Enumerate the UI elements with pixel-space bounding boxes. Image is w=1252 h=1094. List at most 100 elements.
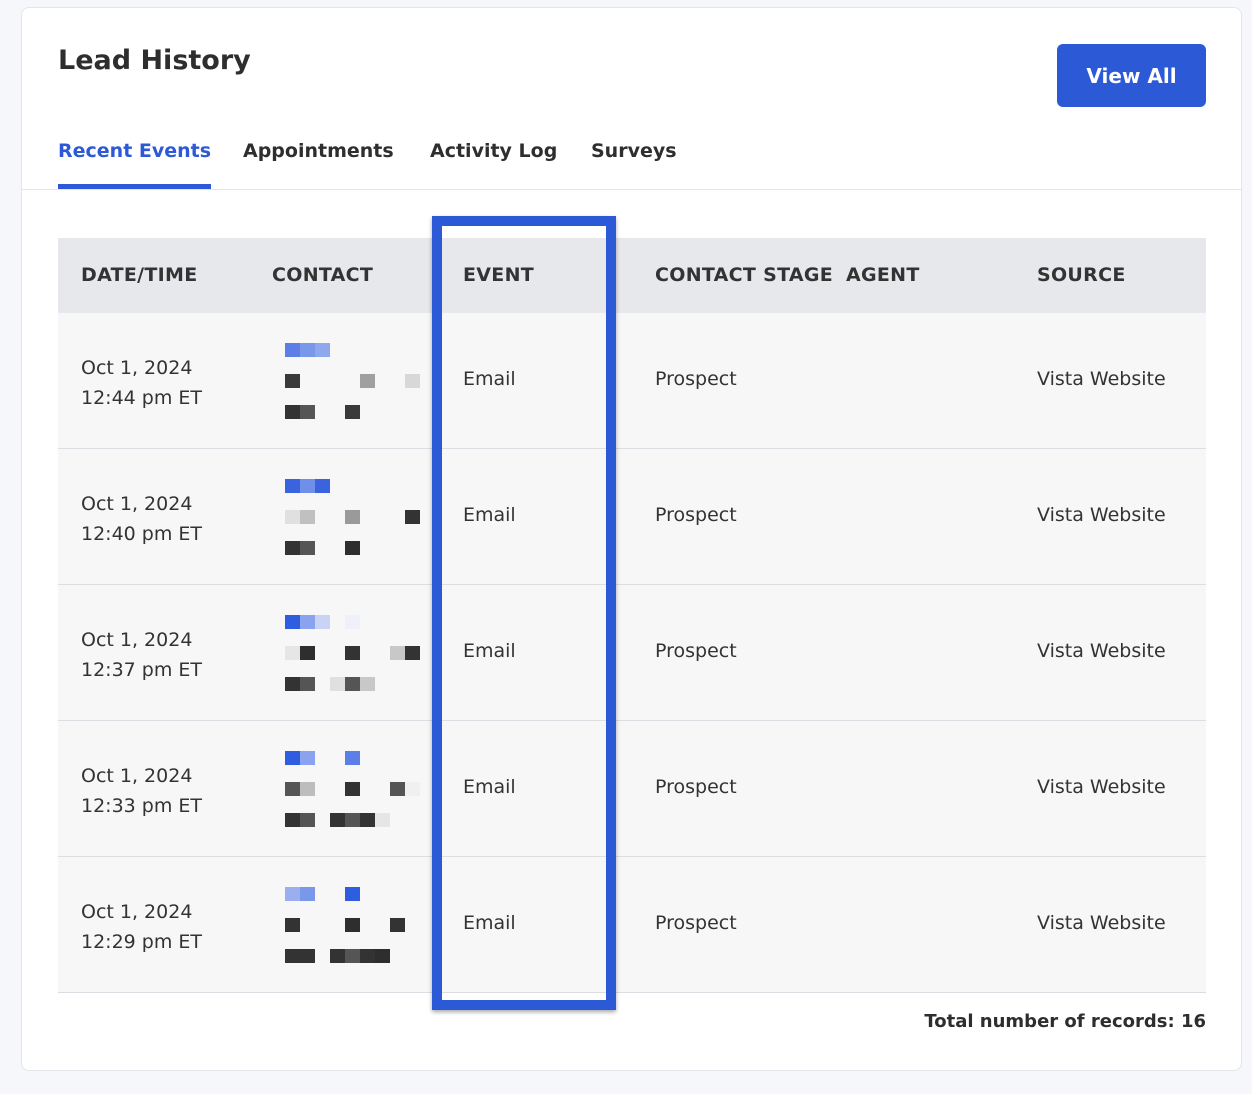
redaction-pixel (345, 751, 360, 765)
redaction-pixel (285, 751, 300, 765)
col-header-contact-stage[interactable]: CONTACT STAGE (655, 264, 833, 286)
col-header-contact[interactable]: CONTACT (272, 264, 373, 286)
row-source: Vista Website (1037, 776, 1166, 798)
row-source: Vista Website (1037, 640, 1166, 662)
redaction-pixel (360, 677, 375, 691)
redaction-pixel (405, 646, 420, 660)
redaction-pixel (405, 510, 420, 524)
redaction-pixel (300, 782, 315, 796)
view-all-button[interactable]: View All (1057, 44, 1206, 107)
redaction-pixel (285, 405, 300, 419)
redaction-pixel (345, 813, 360, 827)
redaction-pixel (375, 813, 390, 827)
row-event: Email (463, 504, 516, 526)
redaction-pixel (300, 343, 315, 357)
redaction-pixel (300, 949, 315, 963)
row-datetime: Oct 1, 2024 12:29 pm ET (81, 897, 202, 957)
tab-surveys[interactable]: Surveys (591, 140, 677, 189)
redaction-pixel (300, 615, 315, 629)
redaction-pixel (345, 918, 360, 932)
redaction-pixel (330, 813, 345, 827)
redaction-pixel (285, 541, 300, 555)
redaction-pixel (285, 343, 300, 357)
redaction-pixel (285, 479, 300, 493)
row-time: 12:29 pm ET (81, 931, 203, 953)
row-contact-stage: Prospect (655, 368, 737, 390)
col-header-source[interactable]: SOURCE (1037, 264, 1126, 286)
row-contact-stage: Prospect (655, 504, 737, 526)
redaction-pixel (390, 782, 405, 796)
redaction-pixel (285, 646, 300, 660)
redaction-pixel (300, 405, 315, 419)
table-row[interactable]: Oct 1, 2024 12:33 pm ET Email Prospect V… (58, 721, 1206, 857)
table-row[interactable]: Oct 1, 2024 12:40 pm ET Email Prospect V… (58, 449, 1206, 585)
col-header-event[interactable]: EVENT (463, 264, 534, 286)
row-contact-stage: Prospect (655, 912, 737, 934)
table-header: DATE/TIME CONTACT EVENT CONTACT STAGE AG… (58, 238, 1206, 313)
redaction-pixel (315, 343, 330, 357)
row-date: Oct 1, 2024 (81, 629, 193, 651)
redaction-pixel (285, 887, 300, 901)
row-event: Email (463, 640, 516, 662)
redaction-pixel (390, 918, 405, 932)
redaction-pixel (345, 677, 360, 691)
row-source: Vista Website (1037, 368, 1166, 390)
tab-activity-log[interactable]: Activity Log (430, 140, 557, 189)
redaction-pixel (330, 677, 345, 691)
row-datetime: Oct 1, 2024 12:40 pm ET (81, 489, 202, 549)
row-contact-redacted (285, 479, 425, 559)
row-time: 12:37 pm ET (81, 659, 203, 681)
redaction-pixel (285, 782, 300, 796)
redaction-pixel (360, 813, 375, 827)
redaction-pixel (285, 615, 300, 629)
page-title: Lead History (58, 45, 251, 76)
row-date: Oct 1, 2024 (81, 493, 193, 515)
redaction-pixel (375, 949, 390, 963)
row-contact-redacted (285, 887, 425, 967)
redaction-pixel (345, 646, 360, 660)
redaction-pixel (300, 887, 315, 901)
row-datetime: Oct 1, 2024 12:33 pm ET (81, 761, 202, 821)
redaction-pixel (285, 949, 300, 963)
redaction-pixel (330, 949, 345, 963)
redaction-pixel (285, 677, 300, 691)
tab-appointments[interactable]: Appointments (243, 140, 394, 189)
redaction-pixel (345, 510, 360, 524)
redaction-pixel (345, 887, 360, 901)
redaction-pixel (300, 677, 315, 691)
redaction-pixel (300, 646, 315, 660)
row-contact-stage: Prospect (655, 640, 737, 662)
table-row[interactable]: Oct 1, 2024 12:44 pm ET Email Prospect V… (58, 313, 1206, 449)
redaction-pixel (300, 751, 315, 765)
row-contact-redacted (285, 615, 425, 695)
redaction-pixel (405, 374, 420, 388)
row-source: Vista Website (1037, 504, 1166, 526)
redaction-pixel (390, 646, 405, 660)
row-contact-redacted (285, 751, 425, 831)
redaction-pixel (300, 813, 315, 827)
row-time: 12:44 pm ET (81, 387, 203, 409)
row-event: Email (463, 912, 516, 934)
table-row[interactable]: Oct 1, 2024 12:37 pm ET Email Prospect V… (58, 585, 1206, 721)
redaction-pixel (285, 813, 300, 827)
row-date: Oct 1, 2024 (81, 901, 193, 923)
redaction-pixel (360, 949, 375, 963)
redaction-pixel (405, 782, 420, 796)
col-header-datetime[interactable]: DATE/TIME (81, 264, 198, 286)
redaction-pixel (345, 949, 360, 963)
redaction-pixel (285, 374, 300, 388)
row-source: Vista Website (1037, 912, 1166, 934)
redaction-pixel (300, 479, 315, 493)
redaction-pixel (315, 615, 330, 629)
row-date: Oct 1, 2024 (81, 765, 193, 787)
row-datetime: Oct 1, 2024 12:44 pm ET (81, 353, 202, 413)
col-header-agent[interactable]: AGENT (846, 264, 920, 286)
table-row[interactable]: Oct 1, 2024 12:29 pm ET Email Prospect V… (58, 857, 1206, 993)
row-contact-stage: Prospect (655, 776, 737, 798)
redaction-pixel (345, 615, 360, 629)
row-event: Email (463, 776, 516, 798)
tab-recent-events[interactable]: Recent Events (58, 140, 212, 189)
redaction-pixel (285, 918, 300, 932)
row-datetime: Oct 1, 2024 12:37 pm ET (81, 625, 202, 685)
row-time: 12:33 pm ET (81, 795, 203, 817)
